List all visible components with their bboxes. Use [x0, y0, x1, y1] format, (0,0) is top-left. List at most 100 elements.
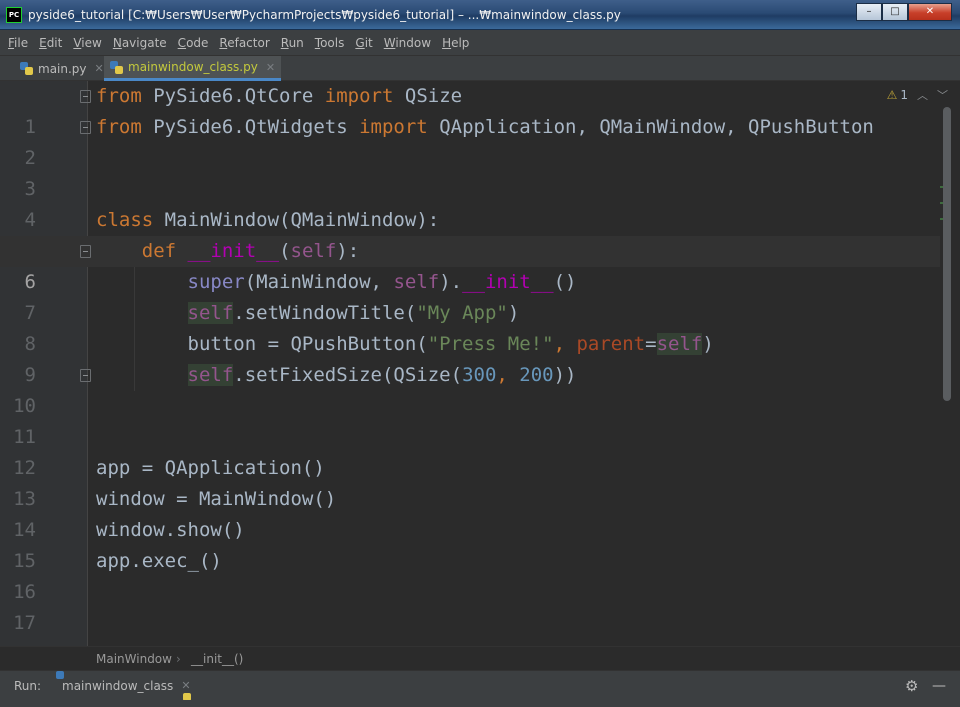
code-text: (QMainWindow): [279, 209, 440, 231]
keyword-argument: parent [576, 333, 646, 355]
chevron-down-icon[interactable]: ﹀ [937, 87, 948, 103]
gear-icon[interactable]: ⚙ [905, 671, 918, 701]
code-text: ) [702, 333, 714, 355]
breadcrumb-class[interactable]: MainWindow [96, 647, 172, 671]
menu-label: it [364, 35, 373, 50]
breadcrumb-method[interactable]: __init__() [191, 647, 243, 671]
inspection-widget[interactable]: ⚠ 1 ︿ ﹀ [887, 87, 948, 103]
code-line: 9 button = QPushButton("Press Me!", pare… [0, 329, 940, 386]
code-text: () [553, 271, 577, 293]
window-bottom-edge [0, 700, 960, 707]
code-line: 11 [0, 391, 940, 448]
code-editor[interactable]: 1 from PySide6.QtCore import QSize 2 fro… [0, 81, 960, 646]
run-tool-window-bar: Run: mainwindow_class ✕ ⚙ — [0, 670, 960, 700]
close-icon[interactable]: ✕ [266, 61, 275, 74]
code-line: 2 from PySide6.QtWidgets import QApplica… [0, 112, 940, 169]
code-text: app = QApplication() [96, 457, 325, 479]
keyword: from [96, 85, 142, 107]
menu-label: dit [46, 35, 63, 50]
title-bar: PC pyside6_tutorial [C:₩Users₩User₩Pycha… [0, 0, 960, 30]
tab-label: mainwindow_class.py [128, 60, 258, 74]
menu-file[interactable]: File [8, 36, 28, 50]
code-text: .setWindowTitle( [233, 302, 417, 324]
magic-method: __init__ [187, 240, 280, 262]
menu-label: ode [186, 35, 209, 50]
menu-code[interactable]: Code [178, 36, 209, 50]
run-config-tab[interactable]: mainwindow_class ✕ [56, 671, 191, 701]
menu-mnemonic: G [355, 35, 365, 50]
code-line: 12 [0, 422, 940, 479]
code-line: 4 [0, 174, 940, 231]
code-text: window.show() [96, 519, 245, 541]
python-file-icon [20, 62, 33, 75]
menu-label: iew [81, 35, 102, 50]
window-controls: – □ ✕ [856, 3, 952, 23]
menu-view[interactable]: View [73, 36, 101, 50]
menu-refactor[interactable]: Refactor [219, 36, 269, 50]
code-line: 7 super(MainWindow, self).__init__() [0, 267, 940, 324]
keyword: import [324, 85, 394, 107]
code-text: QApplication, QMainWindow, QPushButton [427, 116, 874, 138]
menu-navigate[interactable]: Navigate [113, 36, 167, 50]
close-button[interactable]: ✕ [908, 3, 952, 21]
menu-help[interactable]: Help [442, 36, 469, 50]
keyword: import [359, 116, 428, 138]
menu-tools[interactable]: Tools [315, 36, 345, 50]
menu-mnemonic: H [442, 35, 452, 50]
run-label: Run: [14, 679, 42, 693]
number-literal: 200 [519, 364, 554, 386]
menu-window[interactable]: Window [384, 36, 431, 50]
fold-icon[interactable] [80, 369, 91, 382]
number-literal: 300 [462, 364, 497, 386]
code-text: ( [279, 240, 291, 262]
python-file-icon [110, 60, 123, 74]
close-icon[interactable]: ✕ [95, 62, 104, 75]
code-line-current: 6 def __init__(self): [0, 236, 940, 293]
line-number: 17 [13, 612, 36, 634]
hide-icon[interactable]: — [932, 671, 946, 701]
code-text: ). [439, 271, 463, 293]
self-keyword: self [393, 271, 440, 293]
menu-label: avigate [121, 35, 167, 50]
menu-label: efactor [227, 35, 270, 50]
menu-run[interactable]: Run [281, 36, 304, 50]
code-text: (MainWindow, [244, 271, 394, 293]
class-name: MainWindow [153, 209, 280, 231]
code-text: ): [336, 240, 360, 262]
minimize-button[interactable]: – [856, 3, 882, 21]
code-line: 3 [0, 143, 940, 200]
keyword: from [96, 116, 142, 138]
self-keyword: self [656, 333, 703, 355]
code-text: window = MainWindow() [96, 488, 337, 510]
chevron-up-icon[interactable]: ︿ [917, 87, 928, 103]
menu-git[interactable]: Git [355, 36, 372, 50]
warning-icon: ⚠ [886, 88, 898, 102]
code-text: .setFixedSize(QSize( [233, 364, 463, 386]
menu-label: indow [395, 35, 432, 50]
string-literal: "My App" [416, 302, 508, 324]
fold-icon[interactable] [80, 90, 91, 103]
fold-icon[interactable] [80, 121, 91, 134]
code-text: app.exec_() [96, 550, 222, 572]
run-config-label: mainwindow_class [62, 679, 174, 693]
code-text: )) [553, 364, 577, 386]
code-line: 13 app = QApplication() [0, 453, 940, 510]
maximize-button[interactable]: □ [882, 3, 908, 21]
menu-edit[interactable]: Edit [39, 36, 62, 50]
code-line: 8 self.setWindowTitle("My App") [0, 298, 940, 355]
editor-tab-bar: main.py ✕ mainwindow_class.py ✕ [0, 56, 960, 81]
self-keyword: self [290, 240, 337, 262]
menu-label: ile [14, 35, 29, 50]
code-line: 10 self.setFixedSize(QSize(300, 200)) [0, 360, 940, 417]
code-line: 1 from PySide6.QtCore import QSize [0, 81, 940, 138]
pycharm-logo-icon: PC [6, 7, 22, 23]
vertical-scrollbar[interactable] [943, 107, 951, 401]
code-line: 14 window = MainWindow() [0, 484, 940, 541]
tab-mainwindow-class-py[interactable]: mainwindow_class.py ✕ [104, 56, 282, 81]
menu-label: un [288, 35, 304, 50]
tab-main-py[interactable]: main.py ✕ [14, 56, 110, 81]
code-text: PySide6.QtCore [141, 85, 325, 107]
fold-icon[interactable] [80, 245, 91, 258]
self-keyword: self [187, 302, 234, 324]
